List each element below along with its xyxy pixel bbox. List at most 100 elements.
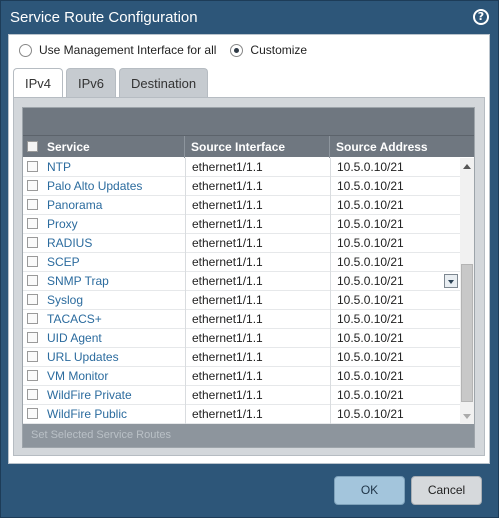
service-link[interactable]: SNMP Trap xyxy=(41,272,185,291)
service-link[interactable]: Proxy xyxy=(41,215,185,234)
source-address-cell: 10.5.0.10/21 xyxy=(330,234,460,253)
table-header: Service Source Interface Source Address xyxy=(23,135,474,158)
source-interface-cell: ethernet1/1.1 xyxy=(185,386,330,405)
row-checkbox[interactable] xyxy=(27,180,38,191)
row-checkbox[interactable] xyxy=(27,370,38,381)
row-checkbox[interactable] xyxy=(27,294,38,305)
table-row[interactable]: SCEP ethernet1/1.1 10.5.0.10/21 xyxy=(23,253,460,272)
row-checkbox[interactable] xyxy=(27,161,38,172)
source-interface-cell: ethernet1/1.1 xyxy=(185,348,330,367)
source-address-cell: 10.5.0.10/21 xyxy=(330,329,460,348)
service-link[interactable]: VM Monitor xyxy=(41,367,185,386)
table-row[interactable]: Syslog ethernet1/1.1 10.5.0.10/21 xyxy=(23,291,460,310)
source-address-cell: 10.5.0.10/21 xyxy=(330,177,460,196)
select-all-checkbox[interactable] xyxy=(27,141,38,152)
source-address-cell: 10.5.0.10/21 xyxy=(330,367,460,386)
column-header-source-address[interactable]: Source Address xyxy=(330,136,460,158)
service-routes-table: Service Source Interface Source Address … xyxy=(22,107,475,448)
row-checkbox[interactable] xyxy=(27,351,38,362)
row-checkbox[interactable] xyxy=(27,408,38,419)
scroll-down-arrow-icon[interactable] xyxy=(463,414,471,419)
source-interface-cell: ethernet1/1.1 xyxy=(185,253,330,272)
service-link[interactable]: Syslog xyxy=(41,291,185,310)
source-address-cell: 10.5.0.10/21 xyxy=(330,196,460,215)
source-interface-cell: ethernet1/1.1 xyxy=(185,196,330,215)
source-interface-cell: ethernet1/1.1 xyxy=(185,329,330,348)
row-checkbox[interactable] xyxy=(27,275,38,286)
table-body: NTP ethernet1/1.1 10.5.0.10/21 Palo Alto Up… xyxy=(23,158,460,424)
source-address-cell: 10.5.0.10/21 xyxy=(330,215,460,234)
table-row[interactable]: SNMP Trap ethernet1/1.1 10.5.0.10/21 xyxy=(23,272,460,291)
set-selected-service-routes-button[interactable]: Set Selected Service Routes xyxy=(31,429,171,441)
source-interface-cell: ethernet1/1.1 xyxy=(185,367,330,386)
tab-ipv4[interactable]: IPv4 xyxy=(13,68,64,99)
service-link[interactable]: SCEP xyxy=(41,253,185,272)
table-row[interactable]: Palo Alto Updates ethernet1/1.1 10.5.0.10/… xyxy=(23,177,460,196)
tab-ipv6[interactable]: IPv6 xyxy=(66,68,117,98)
row-checkbox[interactable] xyxy=(27,389,38,400)
table-row[interactable]: URL Updates ethernet1/1.1 10.5.0.10/21 xyxy=(23,348,460,367)
source-address-dropdown-icon[interactable] xyxy=(444,274,458,288)
table-scrollbar[interactable] xyxy=(460,158,474,424)
service-link[interactable]: URL Updates xyxy=(41,348,185,367)
row-checkbox[interactable] xyxy=(27,313,38,324)
row-checkbox[interactable] xyxy=(27,199,38,210)
source-address-cell: 10.5.0.10/21 xyxy=(330,405,460,424)
mode-radio-group: Use Management Interface for all Customi… xyxy=(19,42,321,58)
radio-customize[interactable] xyxy=(230,43,244,57)
help-icon[interactable]: ? xyxy=(473,9,489,25)
service-link[interactable]: WildFire Private xyxy=(41,386,185,405)
source-interface-cell: ethernet1/1.1 xyxy=(185,405,330,424)
source-address-cell: 10.5.0.10/21 xyxy=(330,253,460,272)
table-toolbar xyxy=(23,108,474,135)
source-address-cell: 10.5.0.10/21 xyxy=(330,158,460,177)
table-footer: Set Selected Service Routes xyxy=(23,424,474,447)
dialog-titlebar[interactable]: Service Route Configuration ? xyxy=(1,1,498,34)
service-link[interactable]: NTP xyxy=(41,158,185,177)
service-route-dialog: Service Route Configuration ? Use Manage… xyxy=(0,0,499,518)
service-link[interactable]: Palo Alto Updates xyxy=(41,177,185,196)
service-link[interactable]: UID Agent xyxy=(41,329,185,348)
ok-button[interactable]: OK xyxy=(334,476,405,505)
dialog-title: Service Route Configuration xyxy=(10,9,198,26)
source-address-cell: 10.5.0.10/21 xyxy=(330,310,460,329)
source-address-cell: 10.5.0.10/21 xyxy=(330,348,460,367)
service-link[interactable]: Panorama xyxy=(41,196,185,215)
source-address-cell: 10.5.0.10/21 xyxy=(330,386,460,405)
source-interface-cell: ethernet1/1.1 xyxy=(185,215,330,234)
radio-use-management[interactable] xyxy=(19,43,32,57)
column-header-source-interface[interactable]: Source Interface xyxy=(185,136,330,158)
tab-destination[interactable]: Destination xyxy=(119,68,209,98)
source-address-cell: 10.5.0.10/21 xyxy=(330,272,460,291)
table-row[interactable]: VM Monitor ethernet1/1.1 10.5.0.10/21 xyxy=(23,367,460,386)
row-checkbox[interactable] xyxy=(27,218,38,229)
radio-customize-label[interactable]: Customize xyxy=(250,43,307,57)
service-link[interactable]: TACACS+ xyxy=(41,310,185,329)
row-checkbox[interactable] xyxy=(27,332,38,343)
source-interface-cell: ethernet1/1.1 xyxy=(185,234,330,253)
table-row[interactable]: RADIUS ethernet1/1.1 10.5.0.10/21 xyxy=(23,234,460,253)
table-row[interactable]: Proxy ethernet1/1.1 10.5.0.10/21 xyxy=(23,215,460,234)
scrollbar-thumb[interactable] xyxy=(461,264,473,402)
table-row[interactable]: WildFire Private ethernet1/1.1 10.5.0.10/2… xyxy=(23,386,460,405)
source-interface-cell: ethernet1/1.1 xyxy=(185,177,330,196)
column-header-service[interactable]: Service xyxy=(41,136,185,158)
source-interface-cell: ethernet1/1.1 xyxy=(185,272,330,291)
source-address-cell: 10.5.0.10/21 xyxy=(330,291,460,310)
table-row[interactable]: WildFire Public ethernet1/1.1 10.5.0.10/21 xyxy=(23,405,460,424)
row-checkbox[interactable] xyxy=(27,256,38,267)
table-row[interactable]: Panorama ethernet1/1.1 10.5.0.10/21 xyxy=(23,196,460,215)
source-interface-cell: ethernet1/1.1 xyxy=(185,310,330,329)
source-interface-cell: ethernet1/1.1 xyxy=(185,291,330,310)
table-row[interactable]: TACACS+ ethernet1/1.1 10.5.0.10/21 xyxy=(23,310,460,329)
row-checkbox[interactable] xyxy=(27,237,38,248)
cancel-button[interactable]: Cancel xyxy=(411,476,482,505)
service-link[interactable]: WildFire Public xyxy=(41,405,185,424)
table-row[interactable]: NTP ethernet1/1.1 10.5.0.10/21 xyxy=(23,158,460,177)
table-row[interactable]: UID Agent ethernet1/1.1 10.5.0.10/21 xyxy=(23,329,460,348)
scroll-up-arrow-icon[interactable] xyxy=(463,164,471,169)
radio-use-management-label[interactable]: Use Management Interface for all xyxy=(39,43,216,57)
service-link[interactable]: RADIUS xyxy=(41,234,185,253)
source-interface-cell: ethernet1/1.1 xyxy=(185,158,330,177)
tab-bar: IPv4 IPv6 Destination xyxy=(13,68,211,99)
